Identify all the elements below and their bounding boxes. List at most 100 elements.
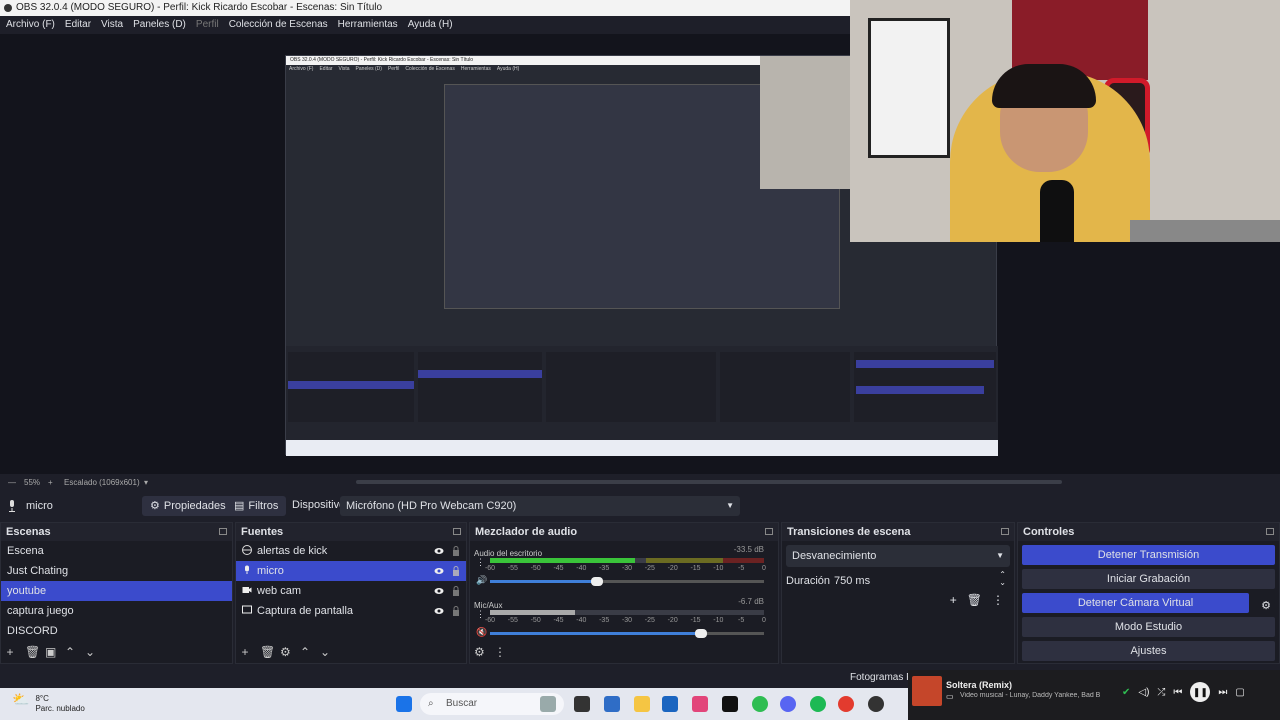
file-explorer-icon[interactable] (634, 696, 650, 712)
trash-icon[interactable]: 🗑 (25, 645, 40, 659)
menu-help[interactable]: Ayuda (H) (408, 16, 453, 34)
previous-icon[interactable]: ⏮ (1173, 687, 1182, 698)
gear-icon[interactable]: ⚙ (280, 645, 291, 659)
weather-widget[interactable]: ⛅ 8°C Parc. nublado (12, 692, 85, 714)
chevron-down-icon[interactable]: ⌄ (320, 645, 330, 659)
dock-icon[interactable] (1001, 528, 1009, 535)
media-player-flyout: Soltera (Remix) ▭ Video musical - Lunay,… (908, 670, 1280, 720)
properties-button[interactable]: ⚙ Propiedades (142, 496, 234, 516)
scene-item[interactable]: captura juego (1, 601, 232, 621)
discord-icon[interactable] (780, 696, 796, 712)
filter-icon[interactable]: ▣ (45, 645, 56, 659)
menu-scene-collection[interactable]: Colección de Escenas (229, 16, 328, 34)
transition-select[interactable]: Desvanecimiento ▼ (786, 545, 1010, 567)
scene-item[interactable]: DISCORD (1, 621, 232, 641)
transition-tools: + 🗑 ⋮ (950, 593, 1004, 607)
volume-knob[interactable] (694, 629, 707, 638)
zoom-out-button[interactable]: — (8, 476, 16, 490)
volume-slider[interactable] (490, 629, 764, 638)
stop-virtual-camera-button[interactable]: Detener Cámara Virtual (1022, 593, 1249, 613)
cast-icon[interactable]: ▢ (1235, 687, 1244, 698)
duration-input[interactable]: 750 ms (834, 575, 870, 587)
menu-view[interactable]: Vista (101, 16, 123, 34)
dock-icon[interactable] (1266, 528, 1274, 535)
tick-label: -20 (667, 565, 678, 572)
eye-icon[interactable] (434, 566, 444, 576)
preview-scrollbar[interactable] (356, 480, 1062, 484)
capcut-icon[interactable] (692, 696, 708, 712)
gear-icon[interactable]: ⚙ (474, 645, 485, 659)
scene-item[interactable]: youtube (1, 581, 232, 601)
stop-streaming-button[interactable]: Detener Transmisión (1022, 545, 1275, 565)
volume-knob[interactable] (590, 577, 603, 586)
lock-icon[interactable] (452, 546, 460, 556)
scale-dropdown-icon[interactable]: ▾ (144, 476, 148, 490)
widget-icon[interactable] (540, 696, 556, 712)
tiktok-icon[interactable] (722, 696, 738, 712)
menu-tools[interactable]: Herramientas (338, 16, 398, 34)
tick-label: -60 (484, 565, 496, 572)
volume-fill (490, 580, 597, 583)
device-select[interactable]: Micrófono (HD Pro Webcam C920) ▼ (340, 496, 740, 516)
add-icon[interactable]: + (5, 645, 15, 659)
menu-profile[interactable]: Perfil (196, 16, 219, 34)
chevron-down-icon[interactable]: ⌄ (85, 645, 95, 659)
obs-icon[interactable] (868, 696, 884, 712)
chevron-down-icon: ▼ (726, 501, 734, 510)
dock-icon[interactable] (453, 528, 461, 535)
menu-dots-icon[interactable]: ⋮ (494, 645, 506, 659)
app-icon[interactable] (662, 696, 678, 712)
chevron-up-icon[interactable]: ⌃ (65, 645, 75, 659)
eye-icon[interactable] (434, 546, 444, 556)
menu-edit[interactable]: Editar (65, 16, 91, 34)
zoom-in-button[interactable]: + (48, 476, 53, 490)
settings-button[interactable]: Ajustes (1022, 641, 1275, 661)
source-item[interactable]: web cam (236, 581, 466, 601)
windows-start-icon[interactable] (396, 696, 412, 712)
volume-slider[interactable] (490, 577, 764, 586)
shuffle-icon[interactable]: ⤮ (1157, 687, 1165, 698)
menu-dots-icon[interactable]: ⋮ (476, 609, 485, 620)
trash-icon[interactable]: 🗑 (967, 593, 982, 607)
start-recording-button[interactable]: Iniciar Grabación (1022, 569, 1275, 589)
gear-icon[interactable]: ⚙ (1261, 599, 1271, 612)
add-icon[interactable]: + (950, 593, 957, 607)
eye-icon[interactable] (434, 586, 444, 596)
trash-icon[interactable]: 🗑 (260, 645, 275, 659)
pause-icon[interactable]: ❚❚ (1190, 682, 1211, 702)
volume-icon[interactable]: ◁) (1138, 687, 1149, 698)
menu-file[interactable]: Archivo (F) (6, 16, 55, 34)
scene-item[interactable]: Escena (1, 541, 232, 561)
tick-label: -30 (621, 617, 633, 624)
tick-label: -30 (621, 565, 633, 572)
source-item[interactable]: micro (236, 561, 466, 581)
menu-dots-icon[interactable]: ⋮ (476, 557, 485, 568)
menu-dots-icon[interactable]: ⋮ (992, 593, 1004, 607)
eye-icon[interactable] (434, 606, 444, 616)
dock-icon[interactable] (765, 528, 773, 535)
whatsapp-icon[interactable] (752, 696, 768, 712)
dock-icon[interactable] (219, 528, 227, 535)
task-view-icon[interactable] (574, 696, 590, 712)
check-icon[interactable]: ✔ (1122, 687, 1130, 698)
channel-db: -6.7 dB (738, 597, 764, 606)
chevron-up-icon[interactable]: ⌃ (300, 645, 310, 659)
scene-item[interactable]: Just Chating (1, 561, 232, 581)
add-icon[interactable]: + (240, 645, 250, 659)
chrome-icon[interactable] (838, 696, 854, 712)
source-item[interactable]: alertas de kick (236, 541, 466, 561)
muted-speaker-icon[interactable]: 🔇 (476, 627, 487, 638)
speaker-icon[interactable]: 🔊 (476, 575, 487, 586)
menu-docks[interactable]: Paneles (D) (133, 16, 186, 34)
lock-icon[interactable] (452, 606, 460, 616)
spotify-icon[interactable] (810, 696, 826, 712)
app-icon[interactable] (604, 696, 620, 712)
browser-icon (242, 545, 252, 555)
lock-icon[interactable] (452, 566, 460, 576)
studio-mode-button[interactable]: Modo Estudio (1022, 617, 1275, 637)
lock-icon[interactable] (452, 586, 460, 596)
spin-buttons[interactable]: ⌃ ⌄ (999, 571, 1006, 587)
next-icon[interactable]: ⏭ (1218, 687, 1227, 698)
filters-button[interactable]: ▤ Filtros (226, 496, 287, 516)
source-item[interactable]: Captura de pantalla (236, 601, 466, 621)
